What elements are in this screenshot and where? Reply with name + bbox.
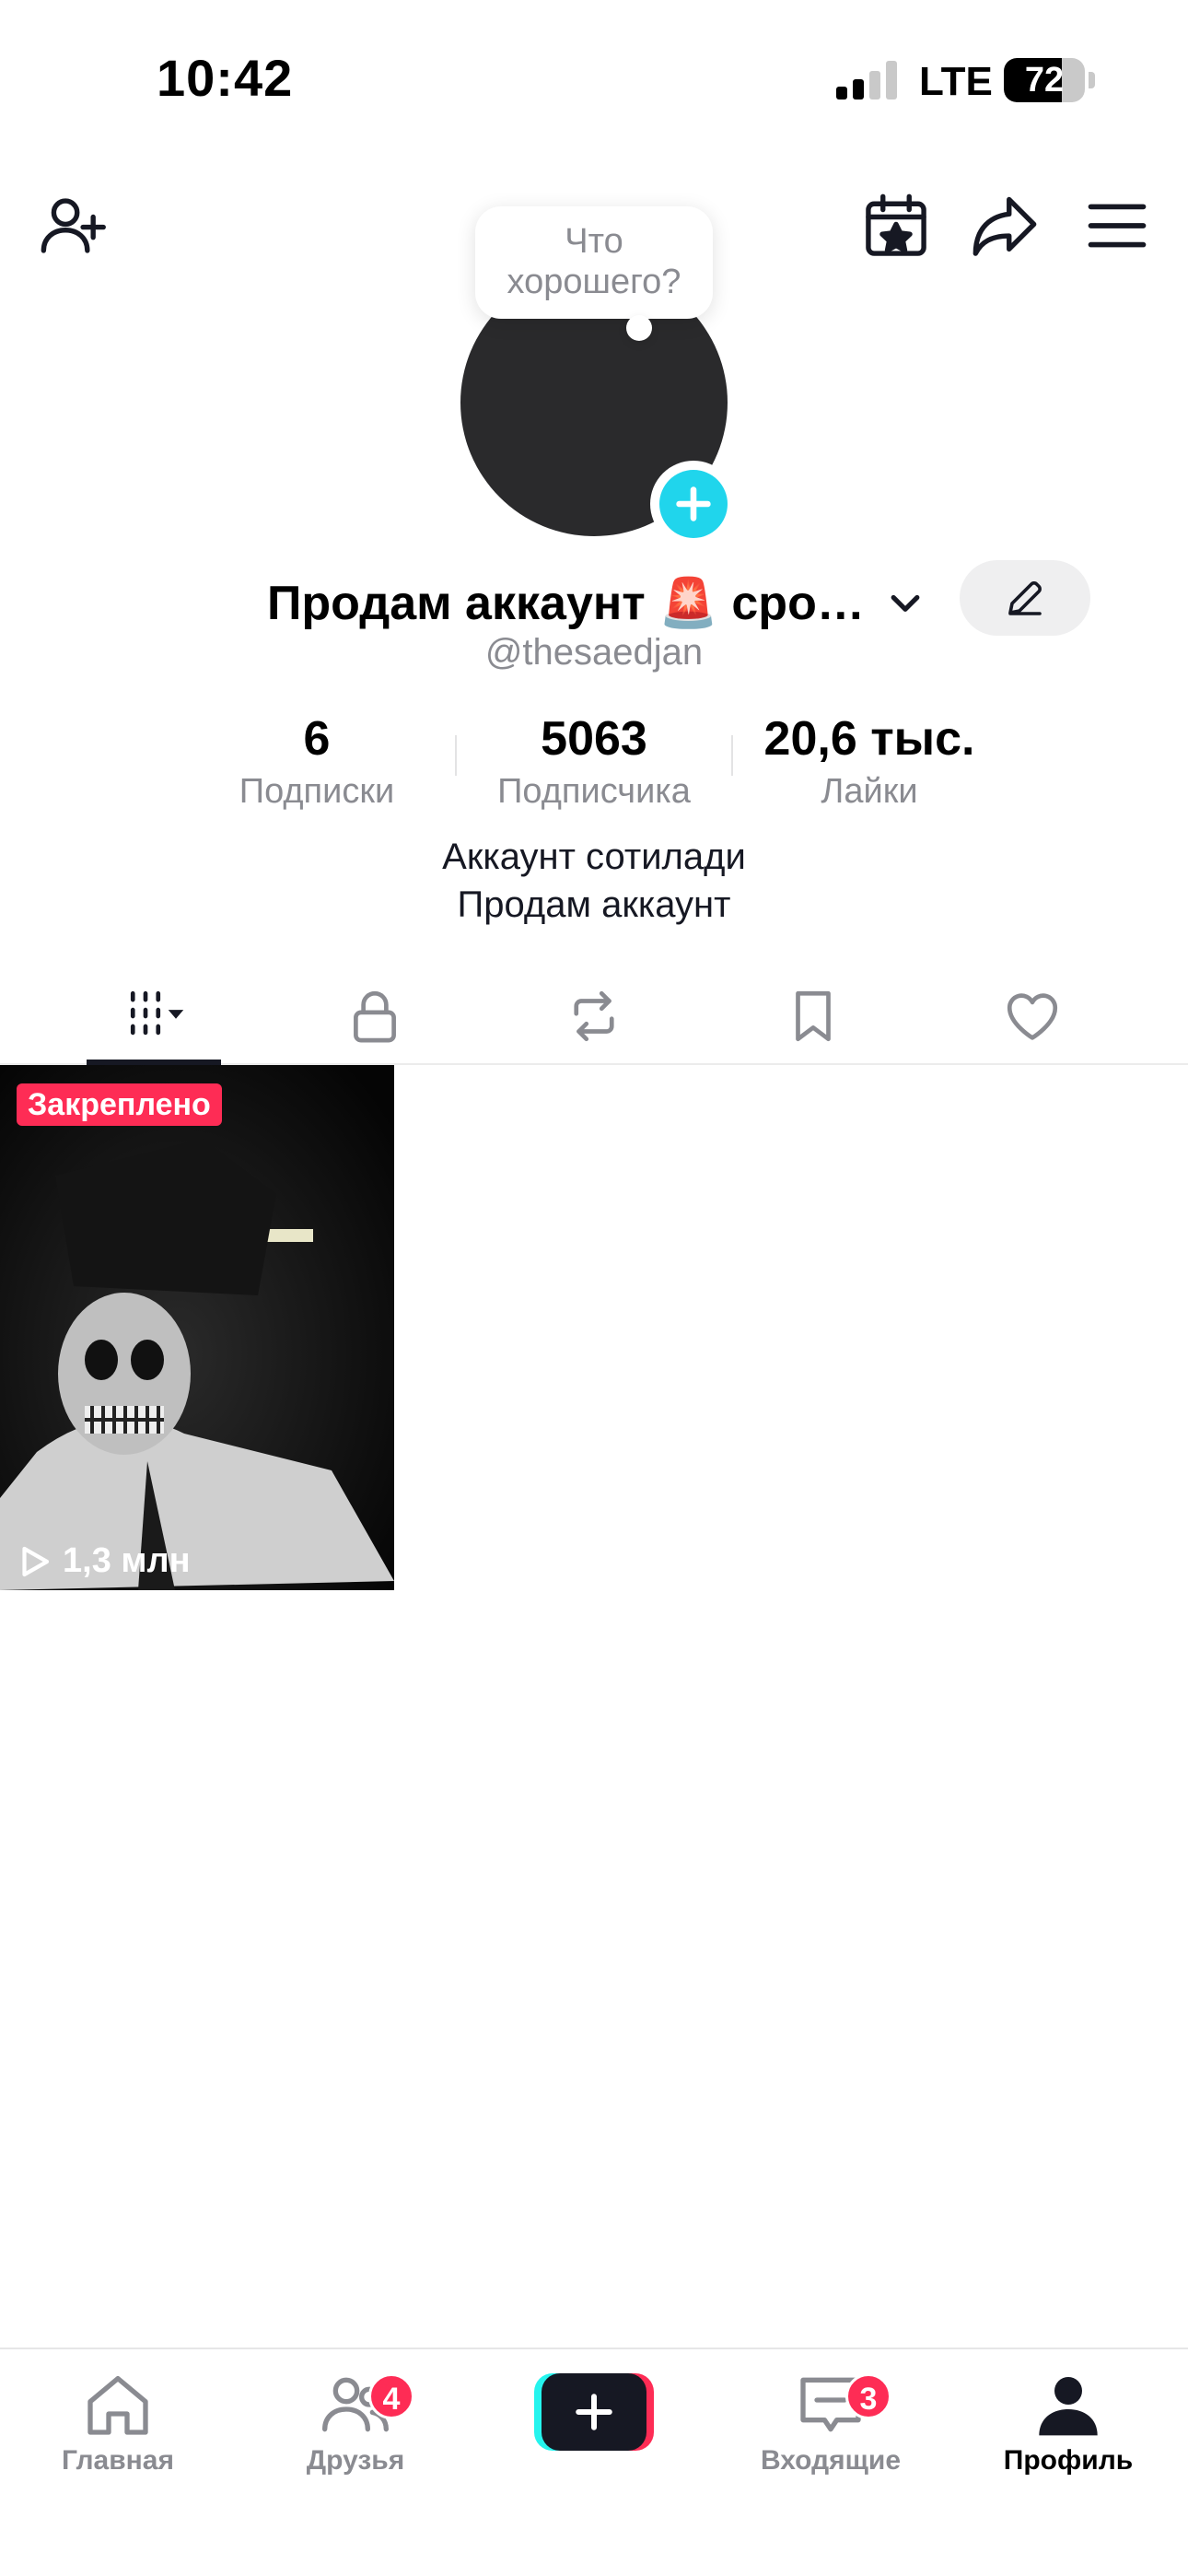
bubble-text-line2: хорошего? xyxy=(507,263,681,301)
menu-icon[interactable] xyxy=(1076,184,1159,267)
repost-icon xyxy=(574,990,614,1042)
followers-count: 5063 xyxy=(541,712,647,766)
likes-count: 20,6 тыс. xyxy=(763,712,975,766)
status-bar: 10:42 LTE 72 xyxy=(0,0,1188,157)
status-bubble[interactable]: Что хорошего? xyxy=(475,206,713,319)
nav-inbox[interactable]: Входящие 3 xyxy=(720,2368,941,2476)
plus-icon xyxy=(576,2394,612,2430)
nav-home-label: Главная xyxy=(61,2445,174,2476)
pinned-badge: Закреплено xyxy=(17,1083,222,1126)
nav-inbox-label: Входящие xyxy=(760,2445,902,2476)
bio: Аккаунт сотилади Продам аккаунт xyxy=(0,833,1188,929)
home-icon xyxy=(87,2376,148,2435)
followers-label: Подписчика xyxy=(497,772,691,811)
bookmark-icon xyxy=(796,990,831,1042)
video-tile[interactable]: Закреплено 1,3 млн xyxy=(0,1065,394,1590)
views-count: 1,3 млн xyxy=(15,1541,191,1581)
tab-private[interactable] xyxy=(256,967,494,1065)
status-time: 10:42 xyxy=(157,49,294,107)
create-button[interactable] xyxy=(534,2373,654,2451)
bio-line: Продам аккаунт xyxy=(457,884,731,925)
stat-followers[interactable]: 5063 Подписчика xyxy=(456,709,732,814)
bubble-tail xyxy=(626,315,652,341)
pencil-icon xyxy=(1008,581,1042,615)
following-label: Подписки xyxy=(239,772,395,811)
stat-following[interactable]: 6 Подписки xyxy=(179,709,455,814)
calendar-star-icon[interactable] xyxy=(855,184,938,267)
profile-icon xyxy=(1039,2377,1098,2436)
profile-name-row[interactable]: Продам аккаунт 🚨 сро… xyxy=(267,566,930,639)
inbox-badge: 3 xyxy=(845,2373,891,2419)
nav-profile[interactable]: Профиль xyxy=(958,2368,1179,2476)
likes-label: Лайки xyxy=(821,772,918,811)
tab-reposts[interactable] xyxy=(475,967,713,1065)
nav-home[interactable]: Главная xyxy=(7,2368,228,2476)
bio-line: Аккаунт сотилади xyxy=(442,837,746,877)
signal-icon xyxy=(836,61,901,100)
battery-tip xyxy=(1089,72,1095,88)
video-thumbnail xyxy=(0,1065,394,1590)
heart-icon xyxy=(1007,993,1058,1040)
stats-row: 6 Подписки 5063 Подписчика 20,6 тыс. Лай… xyxy=(0,709,1188,811)
nav-profile-label: Профиль xyxy=(1003,2445,1134,2476)
tab-liked[interactable] xyxy=(914,967,1151,1065)
profile-name: Продам аккаунт 🚨 сро… xyxy=(267,576,865,630)
tab-favorites[interactable] xyxy=(694,967,932,1065)
battery-icon: 72 xyxy=(1004,58,1085,102)
chevron-down-icon xyxy=(891,594,920,612)
friends-badge: 4 xyxy=(368,2373,414,2419)
network-type: LTE xyxy=(919,59,993,104)
following-count: 6 xyxy=(303,712,331,766)
share-icon[interactable] xyxy=(963,184,1046,267)
nav-friends[interactable]: Друзья 4 xyxy=(245,2368,466,2476)
plus-icon xyxy=(676,486,711,521)
bottom-nav: Главная Друзья 4 Входящие 3 Профиль xyxy=(0,2348,1188,2576)
videos-grid-icon xyxy=(130,990,184,1036)
tab-videos[interactable] xyxy=(37,967,274,1065)
edit-profile-button[interactable] xyxy=(960,560,1090,636)
views-label: 1,3 млн xyxy=(63,1541,191,1580)
bubble-text-line1: Что xyxy=(565,222,623,261)
profile-tabs xyxy=(0,967,1188,1065)
username: @thesaedjan xyxy=(484,632,704,673)
stat-likes[interactable]: 20,6 тыс. Лайки xyxy=(731,709,1007,814)
battery-level: 72 xyxy=(1024,61,1065,100)
add-friend-icon[interactable] xyxy=(31,184,114,267)
nav-friends-label: Друзья xyxy=(306,2445,405,2476)
lock-icon xyxy=(354,990,396,1043)
add-avatar-button[interactable] xyxy=(650,461,737,547)
play-icon xyxy=(22,1546,50,1576)
